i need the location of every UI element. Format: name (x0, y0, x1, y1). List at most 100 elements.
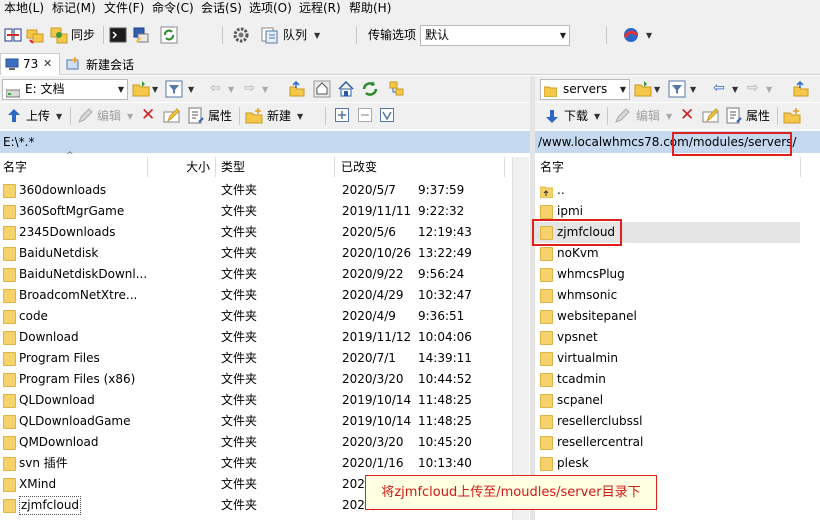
column-divider[interactable] (800, 157, 801, 177)
list-item[interactable]: plesk (535, 453, 800, 474)
chevron-down-icon[interactable]: ▼ (188, 85, 194, 94)
close-icon[interactable]: ✕ (43, 57, 52, 70)
select-all-icon[interactable] (380, 108, 394, 122)
properties-button[interactable]: 属性 (208, 107, 232, 125)
table-row[interactable]: Program Files (x86) 文件夹 2020/3/20 10:44:52 (0, 369, 512, 390)
download-button[interactable]: 下载 (564, 107, 588, 125)
select-files-icon[interactable] (335, 108, 349, 122)
tab-new-session[interactable]: 新建会话 (62, 53, 142, 75)
menu-local[interactable]: 本地(L) (4, 0, 44, 16)
synchronize-button[interactable]: 同步 (71, 26, 95, 44)
menu-mark[interactable]: 标记(M) (52, 0, 96, 16)
list-item[interactable]: tcadmin (535, 369, 800, 390)
menu-file[interactable]: 文件(F) (104, 0, 144, 16)
filter-icon[interactable] (668, 80, 686, 98)
table-row[interactable]: QLDownloadGame 文件夹 2019/10/14 11:48:25 (0, 411, 512, 432)
chevron-down-icon[interactable]: ▼ (297, 112, 303, 121)
list-item[interactable]: scpanel (535, 390, 800, 411)
filter-icon[interactable] (165, 80, 183, 98)
compare-dirs-icon[interactable] (4, 26, 22, 44)
menu-command[interactable]: 命令(C) (152, 0, 194, 16)
table-row[interactable]: BaiduNetdiskDownl... 文件夹 2020/9/22 9:56:24 (0, 264, 512, 285)
column-header-name[interactable]: 名字 (3, 157, 27, 177)
parent-dir-icon[interactable] (792, 80, 810, 98)
menu-remote[interactable]: 远程(R) (299, 0, 341, 16)
list-item[interactable]: resellercentral (535, 432, 800, 453)
chevron-down-icon[interactable]: ▼ (766, 85, 772, 94)
chevron-down-icon[interactable]: ▼ (152, 85, 158, 94)
table-row[interactable]: Download 文件夹 2019/11/12 10:04:06 (0, 327, 512, 348)
console-icon[interactable] (109, 26, 127, 44)
edit-button[interactable]: 编辑 (636, 107, 660, 125)
refresh-both-icon[interactable] (160, 26, 178, 44)
table-row[interactable]: BroadcomNetXtre... 文件夹 2020/4/29 10:32:47 (0, 285, 512, 306)
properties-button[interactable]: 属性 (746, 107, 770, 125)
list-item[interactable]: whmcsPlug (535, 264, 800, 285)
home-icon[interactable] (337, 80, 355, 98)
parent-dir-icon[interactable] (288, 80, 306, 98)
list-item[interactable]: virtualmin (535, 348, 800, 369)
download-icon[interactable] (543, 107, 561, 125)
root-dir-icon[interactable] (313, 80, 331, 98)
synchronize-icon[interactable] (50, 26, 68, 44)
tab-session[interactable]: 73 ✕ (0, 53, 60, 75)
column-divider[interactable] (334, 157, 335, 177)
queue-button[interactable]: 队列 (283, 26, 307, 44)
chevron-down-icon[interactable]: ▼ (690, 85, 696, 94)
table-row[interactable]: 360SoftMgrGame 文件夹 2019/11/11 9:22:32 (0, 201, 512, 222)
left-scrollbar[interactable] (512, 157, 529, 520)
forward-arrow-icon[interactable]: ⇨ (244, 81, 255, 96)
chevron-down-icon[interactable]: ▼ (127, 112, 133, 121)
edit-icon[interactable] (76, 107, 94, 125)
list-item[interactable]: websitepanel (535, 306, 800, 327)
chevron-down-icon[interactable]: ▼ (594, 112, 600, 121)
chevron-down-icon[interactable]: ▼ (262, 85, 268, 94)
upload-icon[interactable] (5, 107, 23, 125)
column-header-name[interactable]: 名字 (540, 157, 564, 177)
back-arrow-icon[interactable]: ⇦ (210, 81, 221, 96)
transfer-settings-icon[interactable] (622, 26, 640, 44)
chevron-down-icon[interactable]: ▼ (314, 31, 320, 40)
edit-button[interactable]: 编辑 (97, 107, 121, 125)
queue-icon[interactable] (261, 26, 279, 44)
list-item[interactable]: vpsnet (535, 327, 800, 348)
new-button[interactable]: 新建 (267, 107, 291, 125)
open-folder-icon[interactable] (132, 80, 150, 98)
chevron-down-icon[interactable]: ▼ (666, 112, 672, 121)
column-header-size[interactable]: 大小 (186, 157, 210, 177)
edit-icon[interactable] (613, 107, 631, 125)
back-arrow-icon[interactable]: ⇦ (713, 80, 725, 96)
chevron-down-icon[interactable]: ▼ (228, 85, 234, 94)
unselect-files-icon[interactable] (358, 108, 372, 122)
table-row[interactable]: 360downloads 文件夹 2020/5/7 9:37:59 (0, 180, 512, 201)
chevron-down-icon[interactable]: ▼ (732, 85, 738, 94)
column-divider[interactable] (504, 157, 505, 177)
properties-icon[interactable] (187, 107, 205, 125)
column-header-type[interactable]: 类型 (221, 157, 245, 177)
menu-options[interactable]: 选项(O) (249, 0, 292, 16)
transfer-options-select[interactable]: 默认 ▼ (420, 25, 570, 46)
find-target-icon[interactable] (388, 80, 406, 98)
table-row[interactable]: BaiduNetdisk 文件夹 2020/10/26 13:22:49 (0, 243, 512, 264)
delete-icon[interactable]: ✕ (141, 106, 155, 124)
column-divider[interactable] (147, 157, 148, 177)
table-row[interactable]: Program Files 文件夹 2020/7/1 14:39:11 (0, 348, 512, 369)
menu-session[interactable]: 会话(S) (201, 0, 242, 16)
putty-icon[interactable] (132, 26, 150, 44)
new-folder-icon[interactable] (783, 107, 801, 125)
gear-icon[interactable] (232, 26, 250, 44)
table-row[interactable]: code 文件夹 2020/4/9 9:36:51 (0, 306, 512, 327)
delete-icon[interactable]: ✕ (680, 106, 694, 124)
menu-help[interactable]: 帮助(H) (349, 0, 391, 16)
rename-icon[interactable] (702, 107, 720, 125)
sync-browse-icon[interactable] (26, 26, 44, 44)
list-item[interactable]: whmsonic (535, 285, 800, 306)
properties-icon[interactable] (725, 107, 743, 125)
chevron-down-icon[interactable]: ▼ (56, 112, 62, 121)
table-row[interactable]: QMDownload 文件夹 2020/3/20 10:45:20 (0, 432, 512, 453)
rename-icon[interactable] (163, 107, 181, 125)
chevron-down-icon[interactable]: ▼ (646, 31, 652, 40)
list-item[interactable]: resellerclubssl (535, 411, 800, 432)
forward-arrow-icon[interactable]: ⇨ (747, 80, 759, 96)
table-row[interactable]: QLDownload 文件夹 2019/10/14 11:48:25 (0, 390, 512, 411)
